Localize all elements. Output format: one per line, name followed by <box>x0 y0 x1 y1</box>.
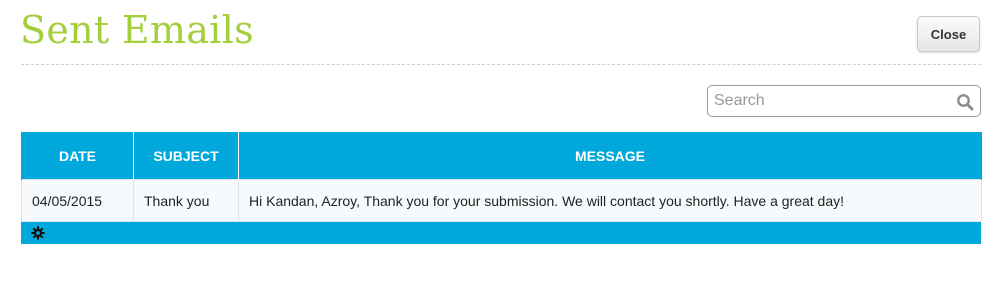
emails-grid: DATE SUBJECT MESSAGE 04/05/2015 Thank yo… <box>21 132 982 244</box>
cell-date: 04/05/2015 <box>21 179 134 222</box>
search-input[interactable] <box>714 86 950 116</box>
column-header-message[interactable]: MESSAGE <box>238 132 982 180</box>
title-divider <box>21 64 981 65</box>
gear-icon[interactable] <box>31 226 45 240</box>
page-title: Sent Emails <box>20 8 254 52</box>
table-header-row: DATE SUBJECT MESSAGE <box>21 132 982 180</box>
search-icon[interactable] <box>956 93 974 111</box>
table-row[interactable]: 04/05/2015 Thank you Hi Kandan, Azroy, T… <box>21 179 982 222</box>
cell-message: Hi Kandan, Azroy, Thank you for your sub… <box>238 179 982 222</box>
column-header-subject[interactable]: SUBJECT <box>133 132 239 180</box>
emails-table: DATE SUBJECT MESSAGE 04/05/2015 Thank yo… <box>21 132 982 222</box>
table-footer-bar <box>21 222 981 244</box>
search-box[interactable] <box>707 85 981 117</box>
cell-subject: Thank you <box>133 179 239 222</box>
close-button[interactable]: Close <box>917 16 980 52</box>
sent-emails-dialog: Sent Emails Close DATE SUBJECT MESSAGE <box>0 0 1006 302</box>
column-header-date[interactable]: DATE <box>21 132 134 180</box>
